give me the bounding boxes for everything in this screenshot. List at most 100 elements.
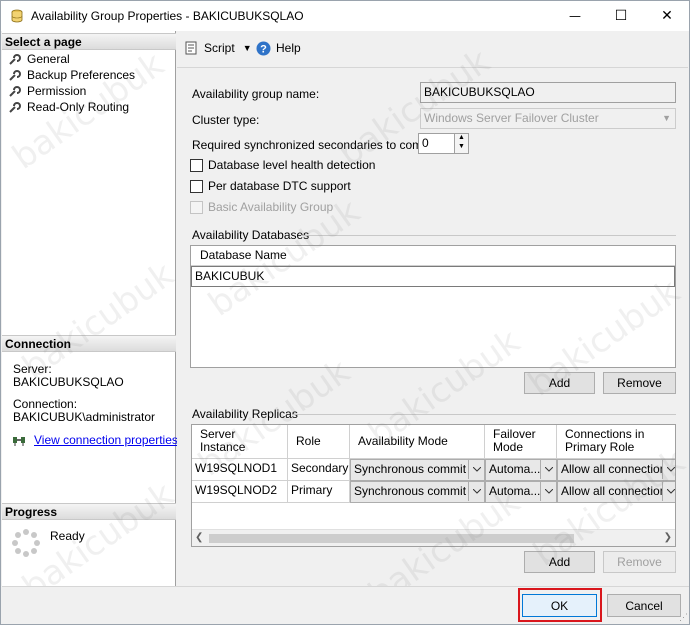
progress-status: Ready bbox=[50, 529, 85, 543]
basic-ag-checkbox[interactable] bbox=[190, 201, 203, 214]
script-button[interactable]: Script ▼ bbox=[184, 40, 252, 56]
role-header[interactable]: Role bbox=[288, 425, 350, 459]
required-sync-value: 0 bbox=[422, 136, 429, 150]
remove-database-button[interactable]: Remove bbox=[603, 372, 676, 394]
availability-mode-header[interactable]: Availability Mode bbox=[350, 425, 485, 459]
availability-databases-label: Availability Databases bbox=[192, 228, 310, 242]
add-replica-button[interactable]: Add bbox=[524, 551, 595, 573]
connection-header: Connection bbox=[2, 335, 176, 352]
connection-label: Connection: bbox=[13, 397, 78, 411]
failover-mode-select[interactable]: Automa... bbox=[485, 459, 557, 481]
table-row[interactable]: BAKICUBUK bbox=[191, 266, 675, 287]
cluster-type-value: Windows Server Failover Cluster bbox=[424, 111, 599, 125]
availability-mode-select[interactable]: Synchronous commit bbox=[350, 481, 485, 503]
left-pane: Select a page General Backup Preferences… bbox=[2, 31, 178, 586]
script-label: Script bbox=[204, 41, 235, 55]
select-page-header: Select a page bbox=[2, 33, 176, 50]
chevron-down-icon bbox=[468, 482, 484, 501]
cluster-type-select[interactable]: Windows Server Failover Cluster ▼ bbox=[420, 108, 676, 129]
connections-primary-value: Allow all connections bbox=[561, 462, 673, 476]
database-icon bbox=[10, 9, 24, 26]
title-bar: Availability Group Properties - BAKICUBU… bbox=[1, 1, 689, 31]
chevron-down-icon: ▼ bbox=[242, 43, 252, 53]
failover-mode-header[interactable]: Failover Mode bbox=[485, 425, 557, 459]
page-item-label: Permission bbox=[27, 84, 87, 98]
view-connection-properties-link[interactable]: View connection properties bbox=[34, 433, 178, 447]
close-icon: ✕ bbox=[661, 8, 673, 24]
close-button[interactable]: ✕ bbox=[644, 1, 689, 31]
availability-mode-value: Synchronous commit bbox=[354, 484, 467, 498]
maximize-button[interactable]: ☐ bbox=[598, 1, 644, 31]
chevron-down-icon bbox=[468, 460, 484, 479]
page-item-label: General bbox=[27, 52, 70, 66]
chevron-down-icon bbox=[540, 482, 556, 501]
availability-replicas-label: Availability Replicas bbox=[192, 407, 298, 421]
remove-replica-button[interactable]: Remove bbox=[603, 551, 676, 573]
cancel-button[interactable]: Cancel bbox=[607, 594, 681, 617]
ag-name-field[interactable]: BAKICUBUKSQLAO bbox=[420, 82, 676, 103]
help-button[interactable]: ? Help bbox=[256, 40, 301, 56]
basic-ag-label: Basic Availability Group bbox=[208, 200, 334, 214]
required-sync-stepper[interactable]: 0 ▲ ▼ bbox=[418, 133, 469, 154]
progress-header: Progress bbox=[2, 503, 176, 520]
wrench-icon bbox=[9, 70, 21, 81]
role-cell[interactable]: Secondary bbox=[288, 459, 350, 481]
role-cell[interactable]: Primary bbox=[288, 481, 350, 503]
help-icon: ? bbox=[256, 41, 271, 55]
server-value: BAKICUBUKSQLAO bbox=[13, 375, 124, 389]
svg-text:?: ? bbox=[260, 43, 267, 55]
add-database-button[interactable]: Add bbox=[524, 372, 595, 394]
wrench-icon bbox=[9, 54, 21, 65]
page-item-read-only-routing[interactable]: Read-Only Routing bbox=[8, 99, 129, 115]
availability-replicas-grid: Server Instance Role Availability Mode F… bbox=[191, 424, 676, 547]
maximize-icon: ☐ bbox=[614, 8, 628, 24]
dtc-support-label: Per database DTC support bbox=[208, 179, 351, 193]
connections-primary-header[interactable]: Connections in Primary Role bbox=[557, 425, 675, 459]
stepper-arrows[interactable]: ▲ ▼ bbox=[454, 134, 468, 153]
server-instance-cell[interactable]: W19SQLNOD1 bbox=[192, 459, 288, 481]
dialog-footer: OK Cancel ⋰ bbox=[2, 586, 689, 624]
connections-primary-select[interactable]: Allow all connections bbox=[557, 459, 675, 481]
availability-mode-select[interactable]: Synchronous commit bbox=[350, 459, 485, 481]
page-item-general[interactable]: General bbox=[8, 51, 70, 67]
db-health-label: Database level health detection bbox=[208, 158, 376, 172]
scroll-left-icon[interactable]: ❮ bbox=[195, 532, 203, 543]
availability-mode-value: Synchronous commit bbox=[354, 462, 467, 476]
chevron-down-icon bbox=[540, 460, 556, 479]
server-instance-header[interactable]: Server Instance bbox=[192, 425, 288, 459]
required-sync-label: Required synchronized secondaries to com… bbox=[192, 138, 442, 152]
wrench-icon bbox=[9, 86, 21, 97]
page-item-permission[interactable]: Permission bbox=[8, 83, 86, 99]
connection-properties-icon bbox=[12, 434, 28, 449]
general-page-content: Availability group name: BAKICUBUKSQLAO … bbox=[177, 42, 689, 614]
server-instance-cell[interactable]: W19SQLNOD2 bbox=[192, 481, 288, 503]
dtc-support-checkbox[interactable] bbox=[190, 180, 203, 193]
page-item-label: Backup Preferences bbox=[27, 68, 136, 82]
database-name-header[interactable]: Database Name bbox=[191, 246, 675, 266]
chevron-down-icon: ▼ bbox=[662, 113, 671, 123]
horizontal-scrollbar[interactable]: ❮ ❯ bbox=[192, 529, 675, 546]
progress-spinner-icon bbox=[11, 528, 41, 561]
dialog-window: Availability Group Properties - BAKICUBU… bbox=[0, 0, 690, 625]
scroll-right-icon[interactable]: ❯ bbox=[664, 532, 672, 543]
page-item-backup-preferences[interactable]: Backup Preferences bbox=[8, 67, 135, 83]
resize-grip-icon[interactable]: ⋰ bbox=[679, 612, 688, 623]
group-divider bbox=[301, 235, 676, 236]
connections-primary-value: Allow all connections bbox=[561, 484, 673, 498]
ok-button[interactable]: OK bbox=[522, 594, 597, 617]
stepper-down-icon[interactable]: ▼ bbox=[458, 143, 465, 150]
chevron-down-icon bbox=[662, 482, 675, 501]
failover-mode-select[interactable]: Automa... bbox=[485, 481, 557, 503]
ag-name-label: Availability group name: bbox=[192, 87, 320, 101]
cluster-type-label: Cluster type: bbox=[192, 113, 260, 127]
minimize-button[interactable]: — bbox=[552, 1, 598, 31]
wrench-icon bbox=[9, 102, 21, 113]
stepper-up-icon[interactable]: ▲ bbox=[458, 134, 465, 141]
availability-databases-grid: Database Name BAKICUBUK bbox=[190, 245, 676, 368]
minimize-icon: — bbox=[569, 9, 581, 23]
db-health-checkbox[interactable] bbox=[190, 159, 203, 172]
connections-primary-select[interactable]: Allow all connections bbox=[557, 481, 675, 503]
window-title: Availability Group Properties - BAKICUBU… bbox=[31, 9, 304, 23]
help-label: Help bbox=[276, 41, 301, 55]
scrollbar-thumb[interactable] bbox=[209, 534, 574, 543]
